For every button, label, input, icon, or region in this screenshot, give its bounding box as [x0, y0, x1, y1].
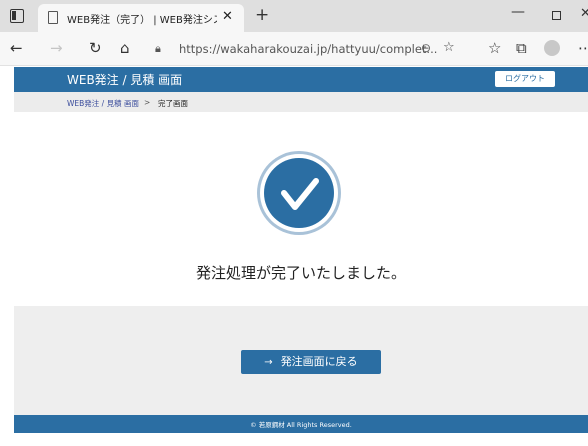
browser-toolbar: ← → ↻ ⌂ 🔒︎ https://wakaharakouzai.jp/hat… — [0, 32, 588, 66]
reload-icon[interactable]: ↻ — [89, 39, 102, 57]
url-domain: https://wakaharakouzai.jp — [179, 42, 328, 56]
new-tab-icon[interactable]: + — [255, 5, 269, 25]
browser-tab[interactable]: WEB発注（完了） | WEB発注シス ✕ — [38, 4, 244, 32]
minimize-icon[interactable]: — — [511, 4, 525, 20]
back-to-order-button[interactable]: → 発注画面に戻る — [241, 350, 381, 374]
url-text[interactable]: https://wakaharakouzai.jp/hattyuu/comple… — [179, 42, 437, 56]
window-icon[interactable] — [10, 9, 24, 23]
tab-title: WEB発注（完了） | WEB発注シス — [67, 15, 217, 26]
profile-avatar[interactable] — [544, 40, 560, 56]
action-panel: → 発注画面に戻る — [14, 306, 588, 415]
breadcrumb: WEB発注 / 見積 画面 > 完了画面 — [14, 92, 588, 112]
breadcrumb-separator: > — [144, 98, 151, 107]
forward-arrow-icon[interactable]: → — [50, 39, 63, 57]
add-favorite-icon[interactable]: ☆ — [443, 40, 455, 55]
favorites-icon[interactable]: ☆ — [488, 39, 501, 57]
site-footer: © 若原鋼材 All Rights Reserved. — [14, 415, 588, 433]
maximize-icon[interactable] — [552, 11, 561, 20]
completion-message: 発注処理が完了いたしました。 — [195, 264, 406, 282]
breadcrumb-current: 完了画面 — [158, 99, 188, 108]
site-header: WEB発注 / 見積 画面 ログアウト — [14, 67, 588, 92]
zoom-icon[interactable]: ⊖ — [421, 41, 431, 55]
checkmark-icon — [264, 158, 334, 228]
completion-panel: 発注処理が完了いたしました。 — [14, 112, 588, 306]
address-bar[interactable]: 🔒︎ https://wakaharakouzai.jp/hattyuu/com… — [147, 36, 457, 62]
browser-titlebar: WEB発注（完了） | WEB発注シス ✕ + — ✕ — [0, 0, 588, 32]
back-button-label: 発注画面に戻る — [280, 355, 358, 368]
back-arrow-icon[interactable]: ← — [10, 39, 23, 57]
tab-close-icon[interactable]: ✕ — [222, 9, 233, 24]
breadcrumb-link[interactable]: WEB発注 / 見積 画面 — [67, 98, 139, 109]
home-icon[interactable]: ⌂ — [120, 39, 130, 57]
copyright-text: © 若原鋼材 All Rights Reserved. — [250, 421, 352, 429]
arrow-right-icon: → — [264, 357, 273, 368]
more-icon[interactable]: ⋯ — [578, 39, 588, 57]
logout-button[interactable]: ログアウト — [495, 71, 555, 87]
lock-icon[interactable]: 🔒︎ — [155, 42, 161, 56]
window-close-icon[interactable]: ✕ — [580, 6, 588, 21]
page-icon — [48, 11, 58, 24]
site-title: WEB発注 / 見積 画面 — [67, 73, 183, 87]
collections-icon[interactable]: ⧉ — [516, 39, 527, 57]
